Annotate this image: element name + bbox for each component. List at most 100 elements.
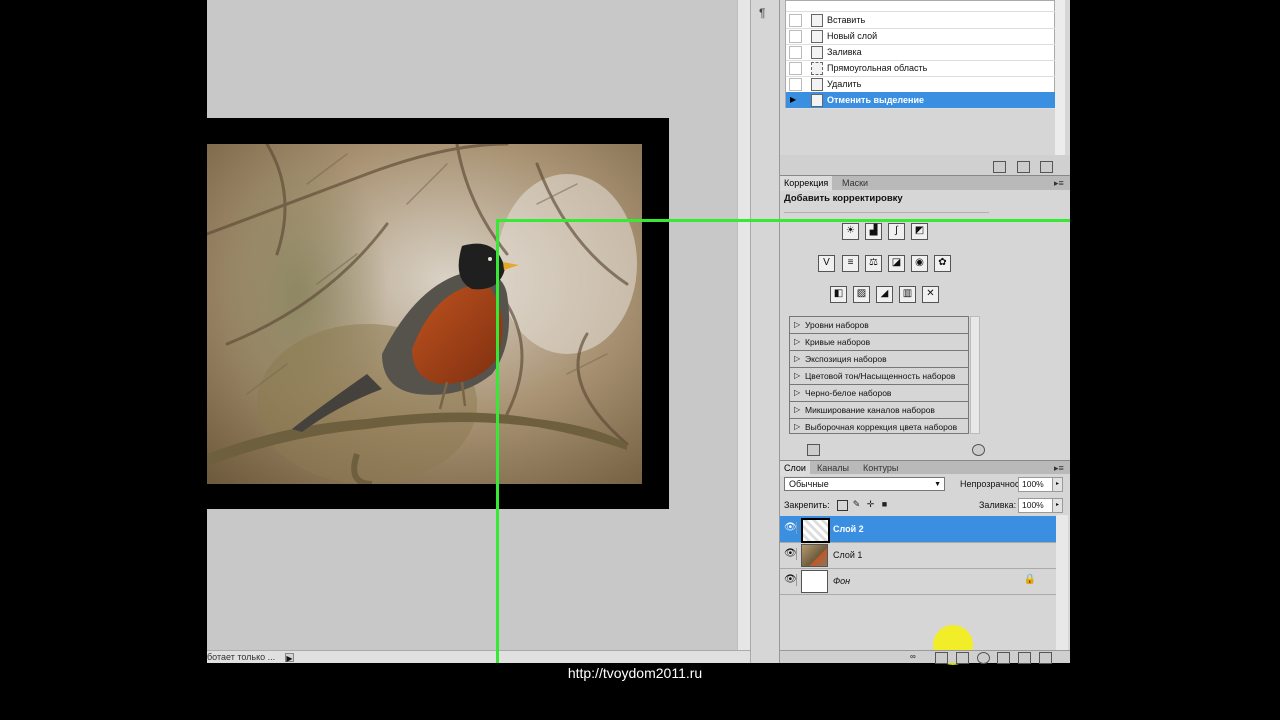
chevron-down-icon: ▼: [934, 481, 941, 488]
history-state-marker-icon[interactable]: ▶: [789, 94, 802, 107]
bird-photo: [207, 144, 642, 484]
preset-item[interactable]: ▷ Экспозиция наборов: [790, 351, 968, 368]
gradient-map-icon[interactable]: ▥: [899, 286, 916, 303]
expand-arrow-icon[interactable]: ▷: [794, 402, 800, 418]
history-checkbox[interactable]: [789, 78, 802, 91]
new-document-from-state-icon[interactable]: [993, 161, 1006, 173]
expand-arrow-icon[interactable]: ▷: [794, 368, 800, 384]
layers-scrollbar[interactable]: [1056, 515, 1068, 650]
eye-icon[interactable]: 👁: [784, 522, 797, 534]
layer-row[interactable]: 👁 Слой 2: [780, 516, 1056, 543]
dock-strip: ¶: [750, 0, 780, 663]
expand-arrow-icon[interactable]: ▷: [794, 385, 800, 401]
lock-paint-icon[interactable]: ✎: [852, 500, 861, 509]
history-item[interactable]: Заливка: [786, 44, 1055, 61]
lock-icon: 🔒: [1023, 574, 1036, 585]
invert-icon[interactable]: ◧: [830, 286, 847, 303]
history-item-label: Вставить: [827, 15, 866, 25]
tab-corrections[interactable]: Коррекция: [780, 176, 833, 191]
history-checkbox[interactable]: [789, 46, 802, 59]
link-layers-icon[interactable]: ∞: [910, 653, 921, 663]
expand-arrow-icon[interactable]: ▷: [794, 317, 800, 333]
vibrance-icon[interactable]: V: [818, 255, 835, 272]
history-item-label: Новый слой: [827, 31, 878, 41]
expand-arrow-icon[interactable]: ▷: [794, 351, 800, 367]
opacity-input[interactable]: 100%: [1018, 477, 1053, 492]
channel-mixer-icon[interactable]: ✿: [934, 255, 951, 272]
preset-item[interactable]: ▷ Кривые наборов: [790, 334, 968, 351]
deselect-icon: [811, 94, 823, 107]
layers-footer: ∞: [780, 650, 1070, 664]
history-item-active[interactable]: ▶ Отменить выделение: [786, 92, 1055, 109]
levels-icon[interactable]: ▟: [865, 223, 882, 240]
posterize-icon[interactable]: ▨: [853, 286, 870, 303]
history-item[interactable]: Новый слой: [786, 28, 1055, 45]
layer-row[interactable]: 👁 Фон 🔒: [780, 568, 1056, 595]
layer-row[interactable]: 👁 Слой 1: [780, 542, 1056, 569]
lock-label: Закрепить:: [784, 500, 830, 510]
history-checkbox[interactable]: [789, 30, 802, 43]
photo-filter-icon[interactable]: ◉: [911, 255, 928, 272]
lock-move-icon[interactable]: ✛: [866, 500, 875, 509]
history-scrollbar[interactable]: [1055, 0, 1065, 155]
black-white-icon[interactable]: ◪: [888, 255, 905, 272]
history-item-label: Прямоугольная область: [827, 63, 928, 73]
watermark-url: http://tvoydom2011.ru: [567, 665, 703, 681]
preset-item[interactable]: ▷ Цветовой тон/Насыщенность наборов: [790, 368, 968, 385]
lock-transparent-icon[interactable]: [837, 500, 848, 511]
new-layer-icon: [811, 30, 823, 43]
tab-masks[interactable]: Маски: [838, 176, 872, 191]
hue-saturation-icon[interactable]: ≡: [842, 255, 859, 272]
presets-list[interactable]: ▷ Уровни наборов ▷ Кривые наборов ▷ Экспози…: [789, 316, 969, 434]
history-list[interactable]: Вставить Новый слой Заливка Прямоугольна…: [785, 0, 1055, 109]
panel-menu-icon[interactable]: ▸≡: [1050, 461, 1068, 476]
canvas-vertical-scrollbar[interactable]: [737, 0, 750, 650]
history-item-partial[interactable]: [786, 1, 1055, 12]
return-to-list-icon[interactable]: [807, 444, 820, 456]
panel-menu-icon[interactable]: ▸≡: [1050, 176, 1068, 191]
fill-arrow-icon[interactable]: ▸: [1052, 498, 1063, 513]
threshold-icon[interactable]: ◢: [876, 286, 893, 303]
brightness-icon[interactable]: ☀: [842, 223, 859, 240]
exposure-icon[interactable]: ◩: [911, 223, 928, 240]
tab-layers[interactable]: Слои: [780, 461, 810, 476]
eye-icon[interactable]: 👁: [784, 548, 797, 560]
new-snapshot-icon[interactable]: [1017, 161, 1030, 173]
expand-arrow-icon[interactable]: ▷: [794, 419, 800, 435]
layer-name[interactable]: Слой 1: [833, 542, 862, 568]
selective-color-icon[interactable]: ✕: [922, 286, 939, 303]
eye-icon[interactable]: 👁: [784, 574, 797, 586]
presets-scrollbar[interactable]: [970, 316, 980, 434]
blend-mode-select[interactable]: Обычные ▼: [784, 477, 945, 491]
preset-label: Кривые наборов: [805, 337, 871, 347]
history-checkbox[interactable]: [789, 62, 802, 75]
paragraph-icon[interactable]: ¶: [759, 6, 765, 20]
layer-name[interactable]: Фон: [833, 568, 850, 594]
trash-icon[interactable]: [1040, 161, 1053, 173]
history-item[interactable]: Прямоугольная область: [786, 60, 1055, 77]
preset-item[interactable]: ▷ Выборочная коррекция цвета наборов: [790, 419, 968, 435]
preset-item[interactable]: ▷ Черно-белое наборов: [790, 385, 968, 402]
opacity-arrow-icon[interactable]: ▸: [1052, 477, 1063, 492]
rectangular-marquee-icon: [811, 62, 823, 75]
status-menu-arrow-icon[interactable]: ▶: [285, 653, 294, 663]
lock-all-icon[interactable]: ■: [880, 500, 889, 509]
layer-name[interactable]: Слой 2: [833, 516, 864, 542]
history-item[interactable]: Удалить: [786, 76, 1055, 93]
tab-paths[interactable]: Контуры: [859, 461, 902, 476]
expand-arrow-icon[interactable]: ▷: [794, 334, 800, 350]
history-checkbox[interactable]: [789, 14, 802, 27]
canvas-area[interactable]: [207, 0, 750, 663]
clip-to-layer-icon[interactable]: [972, 444, 985, 456]
preset-item[interactable]: ▷ Микширование каналов наборов: [790, 402, 968, 419]
preset-label: Цветовой тон/Насыщенность наборов: [805, 371, 956, 381]
divider: [784, 212, 989, 213]
layers-list[interactable]: 👁 Слой 2 👁 Слой 1 👁 Фон 🔒: [780, 515, 1056, 650]
status-text: ботает только ...: [207, 652, 276, 662]
curves-icon[interactable]: ∫: [888, 223, 905, 240]
tab-channels[interactable]: Каналы: [813, 461, 853, 476]
preset-item[interactable]: ▷ Уровни наборов: [790, 317, 968, 334]
history-item[interactable]: Вставить: [786, 12, 1055, 29]
color-balance-icon[interactable]: ⚖: [865, 255, 882, 272]
fill-input[interactable]: 100%: [1018, 498, 1053, 513]
